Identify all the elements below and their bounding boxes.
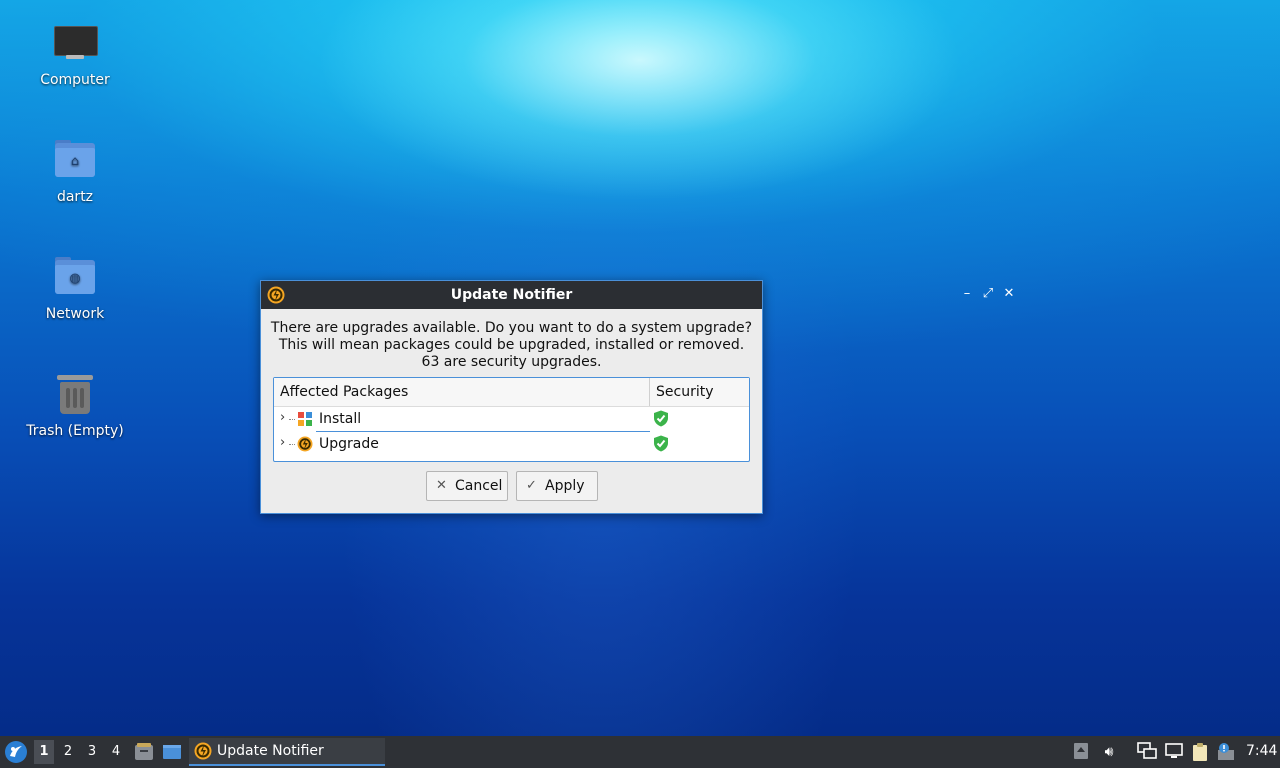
desktop-icon-label: dartz	[56, 189, 94, 205]
expander-icon[interactable]: ›	[280, 435, 285, 450]
workspace-4[interactable]: 4	[106, 740, 126, 764]
taskbar: 1 2 3 4 Update Notifier 🔊︎ 7:44	[0, 736, 1280, 768]
desktop-icon-trash[interactable]: Trash (Empty)	[20, 373, 130, 439]
desktop-icon-network[interactable]: ◍ Network	[20, 256, 130, 322]
checkmark-icon: ✓	[526, 478, 537, 493]
update-notifier-icon	[194, 742, 212, 760]
affected-packages-table: Affected Packages Security › Install › U…	[273, 377, 750, 462]
workspace-3[interactable]: 3	[82, 740, 102, 764]
maximize-icon[interactable]: ⤢	[978, 284, 998, 304]
dialog-titlebar[interactable]: Update Notifier – ⤢ ✕	[261, 281, 1014, 309]
show-desktop-icon[interactable]	[162, 742, 182, 762]
shield-check-icon	[654, 435, 668, 452]
row-label: Upgrade	[319, 436, 379, 452]
dialog-title: Update Notifier	[450, 287, 573, 303]
shield-check-icon	[654, 410, 668, 427]
workspace-2[interactable]: 2	[58, 740, 78, 764]
workspace-1[interactable]: 1	[34, 740, 54, 764]
desktop-icon-label: Computer	[40, 72, 110, 88]
upgrade-icon	[297, 436, 313, 452]
message-line-1: There are upgrades available. Do you wan…	[270, 320, 753, 336]
clock[interactable]: 7:44	[1246, 743, 1277, 759]
desktop-icon-label: Network	[45, 306, 105, 322]
update-notifier-dialog: Update Notifier – ⤢ ✕ There are upgrades…	[260, 280, 1014, 514]
row-label: Install	[319, 411, 362, 427]
expander-icon[interactable]: ›	[280, 410, 285, 425]
screens-icon[interactable]	[1137, 742, 1157, 762]
cancel-icon: ✕	[436, 478, 447, 493]
clipboard-icon[interactable]	[1190, 742, 1210, 762]
notification-icon[interactable]	[1216, 742, 1236, 762]
minimize-icon[interactable]: –	[957, 284, 977, 304]
apply-button[interactable]: ✓ Apply	[516, 471, 598, 501]
start-menu-icon[interactable]	[4, 740, 28, 764]
table-row-install[interactable]: › Install	[274, 407, 749, 432]
taskbar-item-update-notifier[interactable]: Update Notifier	[189, 738, 385, 766]
updates-tray-icon[interactable]	[1071, 742, 1091, 762]
column-header-affected-packages[interactable]: Affected Packages	[280, 384, 408, 400]
table-header: Affected Packages Security	[274, 378, 749, 407]
column-header-security[interactable]: Security	[656, 384, 714, 400]
desktop-icon-computer[interactable]: Computer	[20, 22, 130, 88]
network-icon[interactable]	[1164, 742, 1184, 762]
install-icon	[298, 412, 312, 426]
network-folder-icon: ◍	[53, 256, 97, 300]
dialog-message: There are upgrades available. Do you wan…	[261, 320, 762, 371]
desktop-icon-label: Trash (Empty)	[26, 423, 124, 439]
home-folder-icon: ⌂	[53, 139, 97, 183]
volume-icon[interactable]: 🔊︎	[1099, 742, 1119, 762]
file-manager-icon[interactable]	[134, 742, 154, 762]
message-line-3: 63 are security upgrades.	[421, 354, 602, 370]
computer-icon	[53, 22, 98, 66]
table-row-upgrade[interactable]: › Upgrade	[274, 432, 749, 457]
desktop-icon-home[interactable]: ⌂ dartz	[20, 139, 130, 205]
message-line-2: This will mean packages could be upgrade…	[278, 337, 745, 353]
close-icon[interactable]: ✕	[999, 284, 1019, 304]
trash-icon	[53, 373, 97, 417]
task-label: Update Notifier	[217, 743, 324, 759]
cancel-button[interactable]: ✕ Cancel	[426, 471, 508, 501]
